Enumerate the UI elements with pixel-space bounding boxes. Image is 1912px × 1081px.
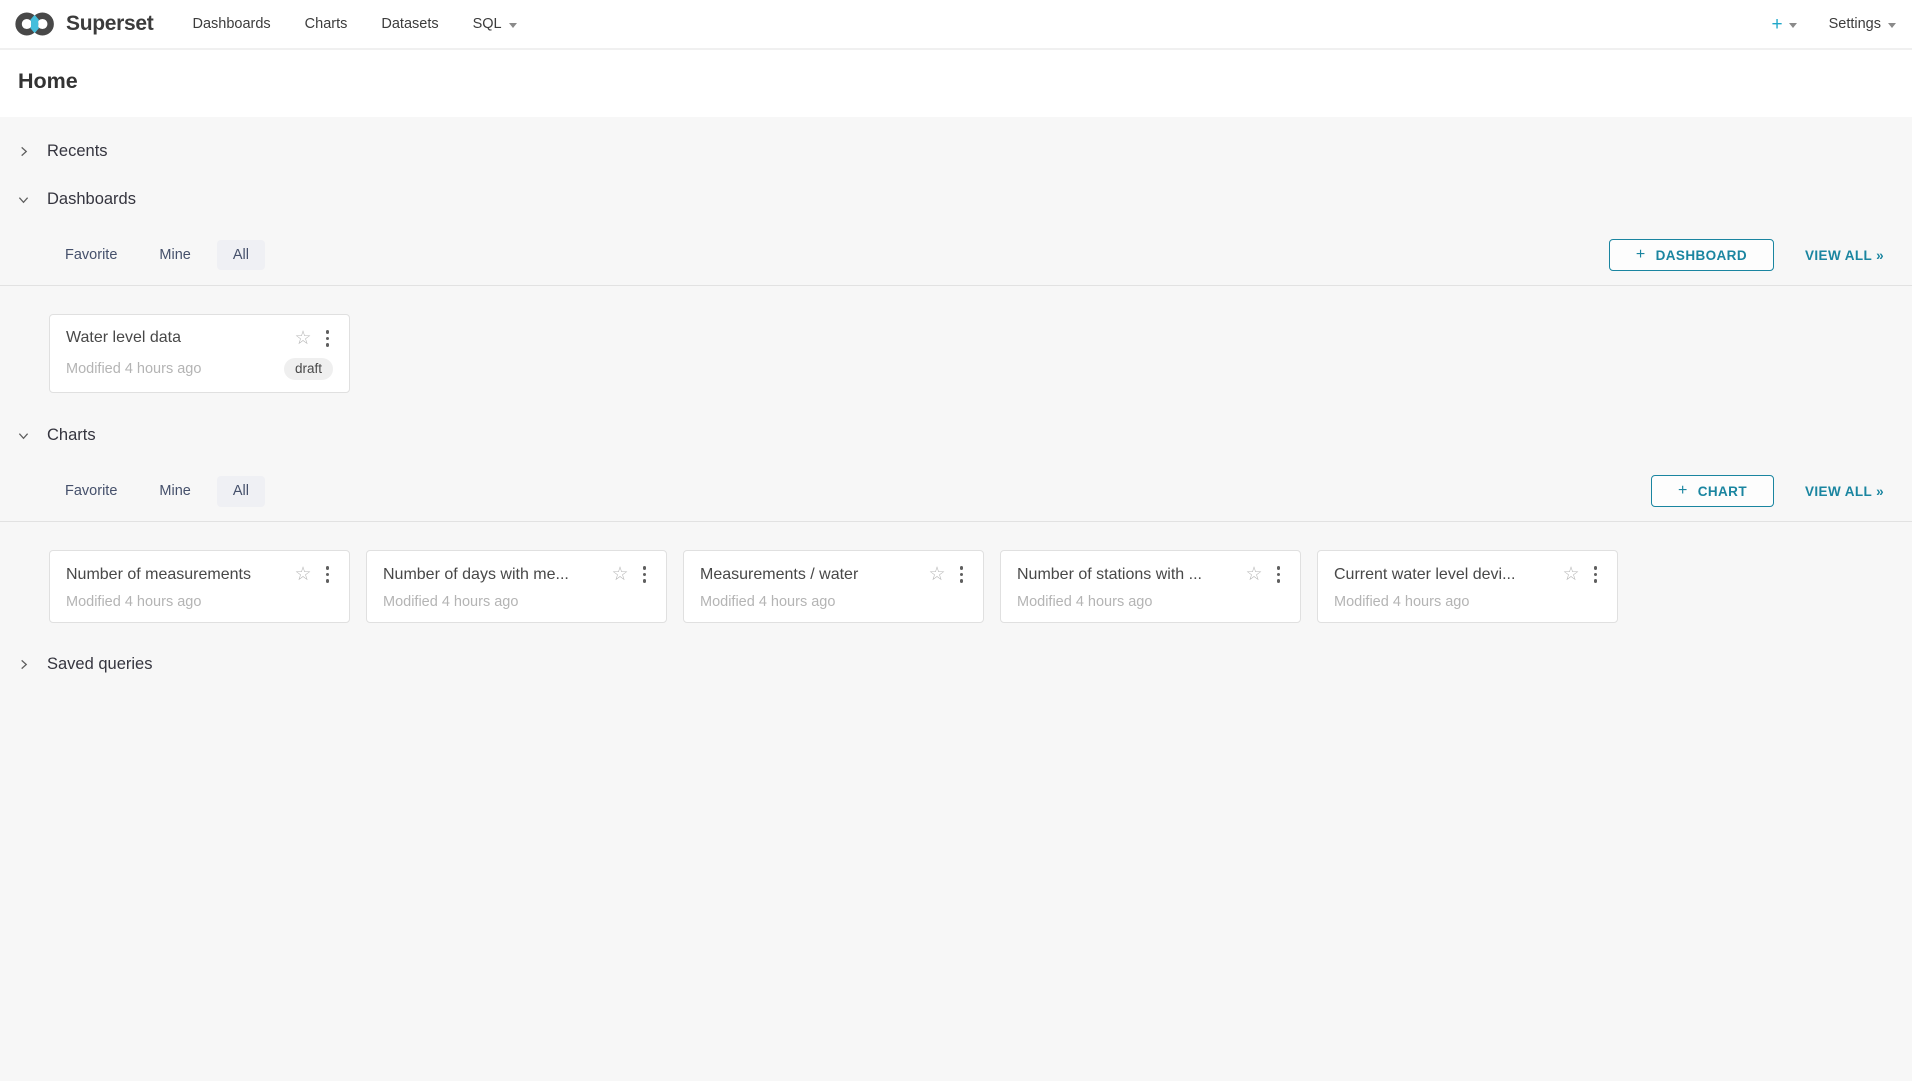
charts-section: Charts Favorite Mine All + CHART VIEW AL… — [0, 411, 1912, 623]
caret-down-icon — [1888, 23, 1896, 28]
card-title[interactable]: Current water level devi... — [1334, 566, 1554, 584]
tab-favorite[interactable]: Favorite — [49, 476, 133, 507]
chevron-right-icon — [18, 146, 29, 157]
caret-down-icon — [1789, 23, 1797, 28]
charts-filter-tabs: Favorite Mine All — [49, 476, 265, 507]
new-chart-button[interactable]: + CHART — [1651, 475, 1774, 507]
charts-submenu: Favorite Mine All + CHART VIEW ALL » — [0, 471, 1912, 522]
recents-section-header[interactable]: Recents — [0, 127, 1912, 175]
card-modified-text: Modified 4 hours ago — [1334, 594, 1601, 610]
chevron-down-icon — [18, 430, 29, 441]
dashboards-submenu: Favorite Mine All + DASHBOARD VIEW ALL » — [0, 235, 1912, 286]
card-title[interactable]: Number of stations with ... — [1017, 566, 1237, 584]
plus-icon: + — [1771, 15, 1782, 34]
caret-down-icon — [509, 23, 517, 28]
favorite-star-icon[interactable]: ☆ — [294, 565, 311, 584]
nav-menu: Dashboards Charts Datasets SQL — [175, 0, 533, 49]
nav-item-datasets[interactable]: Datasets — [364, 0, 455, 49]
brand-name: Superset — [66, 12, 153, 36]
favorite-star-icon[interactable]: ☆ — [1245, 565, 1262, 584]
chevron-right-icon — [18, 659, 29, 670]
kebab-menu-icon[interactable] — [639, 564, 651, 585]
nav-item-label: Dashboards — [192, 16, 270, 32]
charts-section-header[interactable]: Charts — [0, 411, 1912, 459]
recents-label: Recents — [47, 142, 108, 161]
page-header: Home — [0, 50, 1912, 117]
saved-queries-label: Saved queries — [47, 655, 153, 674]
card-title[interactable]: Measurements / water — [700, 566, 920, 584]
nav-item-label: SQL — [473, 16, 502, 32]
settings-label: Settings — [1829, 16, 1881, 32]
kebab-menu-icon[interactable] — [322, 328, 334, 349]
new-dashboard-label: DASHBOARD — [1656, 248, 1747, 263]
dashboards-filter-tabs: Favorite Mine All — [49, 240, 265, 271]
superset-infinity-icon — [14, 10, 58, 38]
card-title[interactable]: Number of days with me... — [383, 566, 603, 584]
card-modified-text: Modified 4 hours ago — [700, 594, 967, 610]
nav-item-label: Charts — [305, 16, 348, 32]
home-content: Recents Dashboards Favorite Mine All + D… — [0, 117, 1912, 689]
dashboards-section-header[interactable]: Dashboards — [0, 175, 1912, 223]
card-title[interactable]: Water level data — [66, 329, 286, 347]
charts-actions: + CHART VIEW ALL » — [1651, 475, 1884, 507]
kebab-menu-icon[interactable] — [956, 564, 968, 585]
favorite-star-icon[interactable]: ☆ — [611, 565, 628, 584]
charts-view-all-link[interactable]: VIEW ALL » — [1805, 484, 1884, 499]
dashboards-section: Dashboards Favorite Mine All + DASHBOARD… — [0, 175, 1912, 393]
page-title: Home — [18, 69, 1896, 94]
dashboard-card[interactable]: Water level data ☆ Modified 4 hours ago … — [49, 314, 350, 393]
chart-card[interactable]: Number of measurements ☆ Modified 4 hour… — [49, 550, 350, 623]
chart-card[interactable]: Measurements / water ☆ Modified 4 hours … — [683, 550, 984, 623]
favorite-star-icon[interactable]: ☆ — [928, 565, 945, 584]
card-modified-text: Modified 4 hours ago — [383, 594, 650, 610]
navbar-right: + Settings — [1763, 15, 1902, 34]
charts-label: Charts — [47, 426, 96, 445]
top-navbar: Superset Dashboards Charts Datasets SQL … — [0, 0, 1912, 50]
tab-all[interactable]: All — [217, 476, 265, 507]
chart-card[interactable]: Number of stations with ... ☆ Modified 4… — [1000, 550, 1301, 623]
dashboards-cards-row: Water level data ☆ Modified 4 hours ago … — [49, 314, 1912, 393]
nav-item-sql[interactable]: SQL — [456, 0, 534, 49]
chart-card[interactable]: Current water level devi... ☆ Modified 4… — [1317, 550, 1618, 623]
tab-mine[interactable]: Mine — [143, 240, 206, 271]
favorite-star-icon[interactable]: ☆ — [294, 329, 311, 348]
kebab-menu-icon[interactable] — [1273, 564, 1285, 585]
tab-mine[interactable]: Mine — [143, 476, 206, 507]
favorite-star-icon[interactable]: ☆ — [1562, 565, 1579, 584]
kebab-menu-icon[interactable] — [1590, 564, 1602, 585]
dashboards-view-all-link[interactable]: VIEW ALL » — [1805, 248, 1884, 263]
superset-logo[interactable]: Superset — [14, 10, 153, 38]
new-chart-label: CHART — [1698, 484, 1747, 499]
dashboards-actions: + DASHBOARD VIEW ALL » — [1609, 239, 1884, 271]
charts-cards-row: Number of measurements ☆ Modified 4 hour… — [49, 550, 1912, 623]
nav-item-dashboards[interactable]: Dashboards — [175, 0, 287, 49]
saved-queries-section-header[interactable]: Saved queries — [0, 641, 1912, 689]
dashboards-label: Dashboards — [47, 190, 136, 209]
card-title[interactable]: Number of measurements — [66, 566, 286, 584]
new-dashboard-button[interactable]: + DASHBOARD — [1609, 239, 1774, 271]
chevron-down-icon — [18, 194, 29, 205]
chart-card[interactable]: Number of days with me... ☆ Modified 4 h… — [366, 550, 667, 623]
card-modified-text: Modified 4 hours ago — [66, 594, 333, 610]
draft-status-badge: draft — [284, 358, 333, 381]
kebab-menu-icon[interactable] — [322, 564, 334, 585]
settings-dropdown[interactable]: Settings — [1823, 16, 1902, 32]
nav-item-charts[interactable]: Charts — [288, 0, 365, 49]
plus-icon: + — [1636, 246, 1646, 264]
card-modified-text: Modified 4 hours ago — [1017, 594, 1284, 610]
new-item-dropdown[interactable]: + — [1763, 15, 1804, 34]
tab-all[interactable]: All — [217, 240, 265, 271]
plus-icon: + — [1678, 482, 1688, 500]
card-modified-text: Modified 4 hours ago — [66, 361, 284, 377]
nav-item-label: Datasets — [381, 16, 438, 32]
tab-favorite[interactable]: Favorite — [49, 240, 133, 271]
